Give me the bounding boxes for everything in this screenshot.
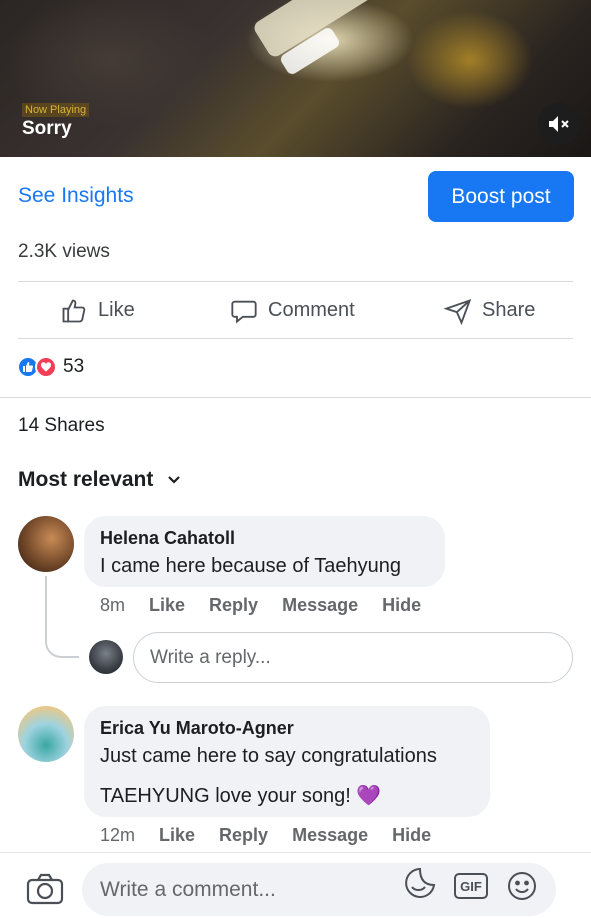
love-reaction-icon [35,356,57,378]
share-label: Share [482,299,536,321]
comment-text: I came here because of Taehyung [100,555,401,577]
comment-author[interactable]: Helena Cahatoll [100,528,235,549]
like-label: Like [98,299,135,321]
chevron-down-icon [168,476,181,484]
reply-input[interactable]: Write a reply... [133,632,573,683]
camera-icon[interactable] [26,873,64,905]
video-player[interactable]: Now Playing Sorry [0,0,591,157]
gif-button[interactable]: GIF [454,873,488,899]
comment-message-link[interactable]: Message [282,595,358,616]
boost-post-button[interactable]: Boost post [428,171,574,222]
insights-row: See Insights Boost post [0,157,591,237]
reaction-summary[interactable]: 53 [17,356,84,378]
comment-message-link[interactable]: Message [292,825,368,846]
post-action-bar: Like Comment Share [0,282,591,339]
comment-hide-link[interactable]: Hide [392,825,431,846]
current-user-avatar [89,640,123,674]
share-count[interactable]: 14 Shares [18,415,105,437]
comment-actions: 8m Like Reply Message Hide [100,595,421,616]
now-playing-label: Now Playing [22,103,90,117]
comment-like-link[interactable]: Like [149,595,185,616]
thumbs-up-icon [62,299,86,322]
comment-like-link[interactable]: Like [159,825,195,846]
comment-button[interactable]: Comment [230,282,355,339]
comment-sort-dropdown[interactable]: Most relevant [18,468,181,492]
comment-reply-link[interactable]: Reply [219,825,268,846]
comment-reply-link[interactable]: Reply [209,595,258,616]
song-title: Sorry [22,118,72,139]
comment-bubble[interactable]: Erica Yu Maroto-Agner Just came here to … [84,706,490,817]
reaction-count: 53 [63,356,85,377]
comment-composer: Write a comment... GIF [0,852,591,918]
comment-text-line: TAEHYUNG love your song! 💜 [100,785,382,807]
avatar[interactable] [18,706,74,762]
comment-time: 12m [100,825,136,845]
comment-label: Comment [268,299,355,321]
comment-author[interactable]: Erica Yu Maroto-Agner [100,718,294,739]
share-button[interactable]: Share [444,282,535,339]
divider [0,397,591,398]
reply-placeholder: Write a reply... [150,646,271,668]
sticker-icon[interactable] [403,866,437,902]
reply-thread-line [45,576,79,658]
comment-time: 8m [100,595,126,615]
comment-placeholder: Write a comment... [100,877,276,901]
mute-toggle-button[interactable] [538,103,580,145]
send-arrow-icon [444,298,472,325]
comment-actions: 12m Like Reply Message Hide [100,825,431,846]
speaker-muted-icon [549,116,569,132]
like-button[interactable]: Like [60,282,135,339]
avatar[interactable] [18,516,74,572]
emoji-icon[interactable] [506,870,538,902]
sort-label: Most relevant [18,468,154,491]
comment-bubble[interactable]: Helena Cahatoll I came here because of T… [84,516,445,587]
view-count: 2.3K views [18,241,110,262]
comment-text-line: Just came here to say congratulations [100,745,437,767]
speech-bubble-icon [231,300,257,323]
comment-hide-link[interactable]: Hide [382,595,421,616]
gif-label: GIF [460,878,482,894]
see-insights-link[interactable]: See Insights [18,184,134,208]
divider [18,338,573,339]
